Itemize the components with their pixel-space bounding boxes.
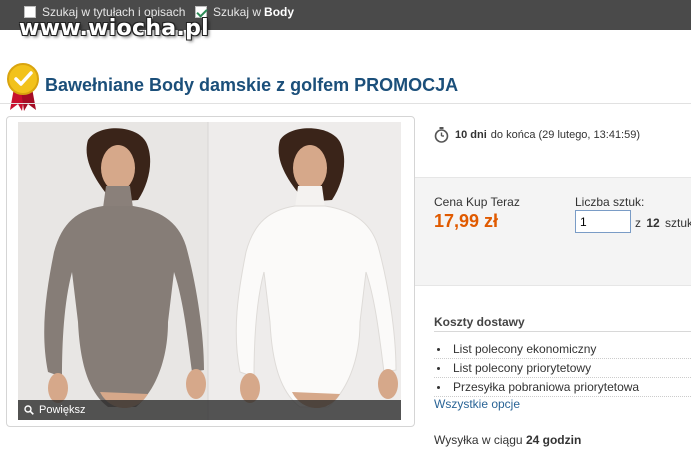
shipping-option-label: List polecony priorytetowy (453, 361, 592, 375)
shipping-option-label: Przesyłka pobraniowa priorytetowa (453, 380, 640, 394)
zoom-button[interactable]: Powiększ (18, 400, 401, 420)
dispatch-time: Wysyłka w ciągu 24 godzin (434, 433, 581, 447)
quantity-of-label: z (635, 216, 641, 230)
zoom-label: Powiększ (39, 404, 86, 416)
quantity-label: Liczba sztuk: (575, 195, 645, 209)
quantity-input[interactable] (575, 210, 631, 233)
product-photo[interactable] (18, 122, 401, 420)
bullet-icon (437, 347, 440, 351)
auction-timer: 10 dni do końca (29 lutego, 13:41:59) (434, 127, 640, 143)
timer-end: do końca (29 lutego, 13:41:59) (490, 129, 641, 141)
search-in-body-value: Body (264, 5, 295, 19)
quantity-unit: sztuk (665, 216, 691, 230)
magnifier-icon (24, 405, 34, 415)
shipping-title: Koszty dostawy (434, 315, 525, 329)
shipping-option-label: List polecony ekonomiczny (453, 342, 597, 356)
dispatch-prefix: Wysyłka w ciągu (434, 433, 523, 447)
quantity-available: z 12 sztuk (635, 216, 691, 230)
dispatch-value: 24 godzin (525, 433, 582, 447)
award-badge-icon (7, 63, 39, 111)
buy-now-box: Cena Kup Teraz 17,99 zł Liczba sztuk: z … (415, 177, 691, 286)
price-label: Cena Kup Teraz (434, 195, 520, 209)
search-in-body-label: Szukaj w (213, 5, 262, 19)
search-in-body-filter[interactable]: Szukaj w Body (195, 5, 294, 19)
bullet-icon (437, 366, 440, 370)
quantity-total: 12 (646, 216, 660, 230)
shipping-divider (434, 331, 691, 332)
list-item: Przesyłka pobraniowa priorytetowa (434, 378, 691, 397)
timer-days: 10 dni (455, 129, 487, 141)
product-gallery: Powiększ (6, 116, 415, 427)
list-item: List polecony ekonomiczny (434, 340, 691, 359)
watermark: www.wiocha.pl (19, 16, 209, 41)
stopwatch-icon (434, 127, 449, 143)
shipping-options-list: List polecony ekonomiczny List polecony … (434, 340, 691, 397)
bullet-icon (437, 385, 440, 389)
list-item: List polecony priorytetowy (434, 359, 691, 378)
page-title: Bawełniane Body damskie z golfem PROMOCJ… (45, 75, 459, 95)
title-divider (0, 103, 691, 104)
price-value: 17,99 zł (434, 211, 499, 231)
all-shipping-options-link[interactable]: Wszystkie opcje (434, 397, 520, 411)
